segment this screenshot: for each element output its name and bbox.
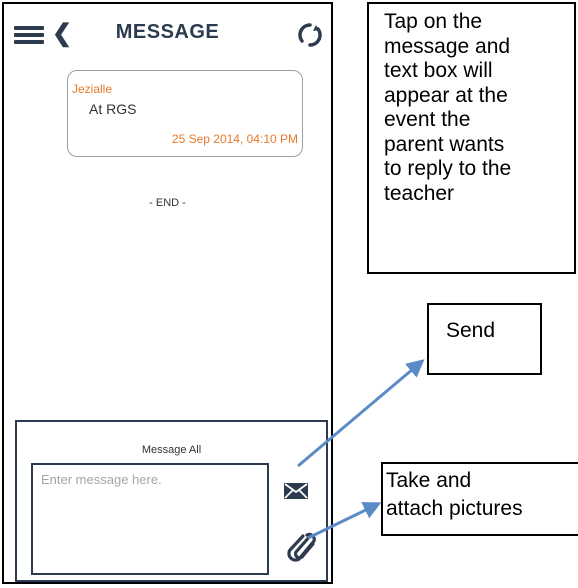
reply-instruction-note: Tap on the message and text box will app… — [367, 2, 576, 274]
compose-title: Message All — [141, 444, 202, 456]
message-sender: Jezialle — [72, 82, 113, 96]
note-line: text box will — [384, 59, 493, 82]
page-title: MESSAGE — [115, 21, 220, 43]
paperclip-icon[interactable] — [287, 530, 317, 564]
phone-screen: ❮ MESSAGE Jezialle At RGS 25 Sep 2014, 0… — [2, 2, 333, 584]
note-line: Tap on the — [384, 10, 483, 33]
note-line: appear at the — [384, 83, 508, 107]
refresh-icon[interactable] — [297, 22, 323, 48]
note-line: to reply to the — [384, 157, 512, 180]
note-line: teacher — [384, 181, 455, 205]
end-of-list-label: - END - — [149, 197, 186, 209]
app-header: ❮ MESSAGE — [4, 4, 331, 60]
message-input[interactable] — [31, 463, 269, 575]
message-text: At RGS — [89, 101, 137, 117]
note-line: event the — [384, 108, 471, 131]
attach-callout: Take and attach pictures — [381, 462, 578, 536]
attach-callout-line: Take and — [386, 469, 472, 492]
message-bubble[interactable]: Jezialle At RGS 25 Sep 2014, 04:10 PM — [67, 70, 303, 157]
note-line: parent wants — [384, 132, 505, 156]
send-callout-label: Send — [446, 319, 496, 342]
attach-callout-line: attach pictures — [386, 497, 523, 520]
envelope-icon[interactable] — [283, 480, 309, 502]
message-timestamp: 25 Sep 2014, 04:10 PM — [171, 132, 298, 146]
compose-panel: Message All — [15, 420, 328, 582]
send-callout: Send — [427, 303, 542, 375]
note-line: message and — [384, 34, 511, 58]
